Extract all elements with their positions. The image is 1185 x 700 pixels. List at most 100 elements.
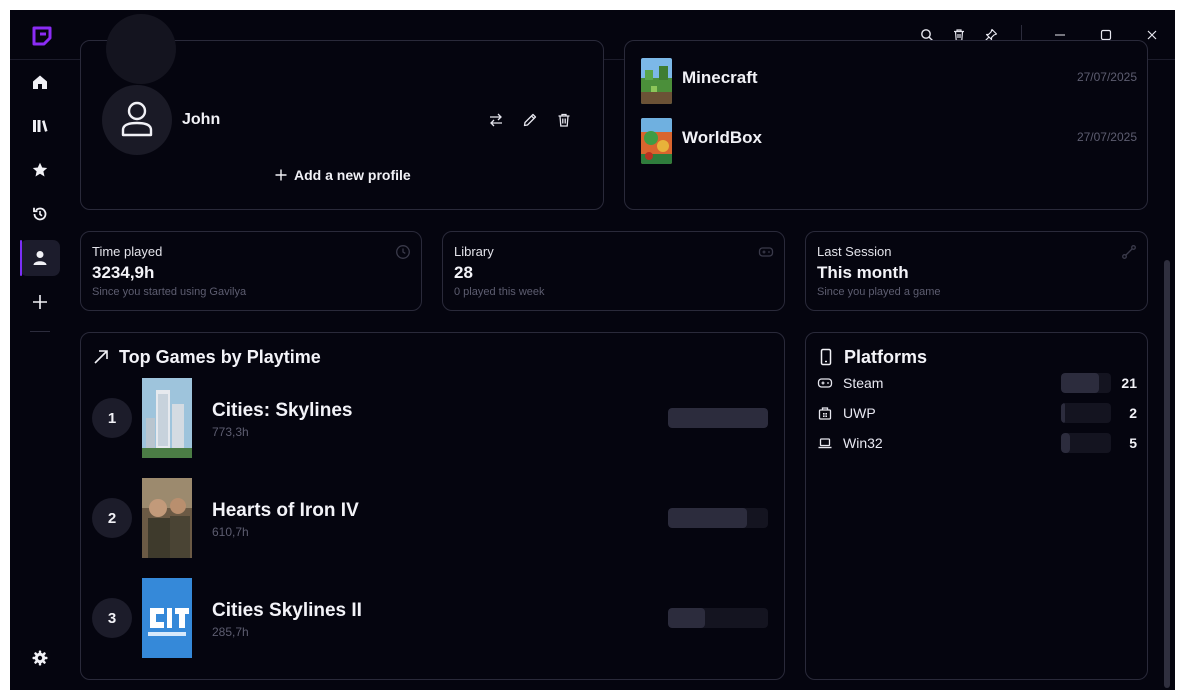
- recent-game-date: 27/07/2025: [1076, 70, 1137, 84]
- top-game-row[interactable]: 3 Cities Skylines II 285,7h: [92, 578, 772, 658]
- profile-avatar-partial[interactable]: [106, 14, 176, 84]
- sidebar-item-add[interactable]: [20, 284, 60, 320]
- rank-badge: 2: [92, 498, 132, 538]
- profile-avatar[interactable]: [102, 85, 172, 155]
- platforms-title: Platforms: [844, 347, 928, 367]
- playtime-bar: [668, 608, 768, 628]
- recent-game-row[interactable]: WorldBox 27/07/2025: [641, 118, 1141, 168]
- playtime-bar-fill: [668, 608, 705, 628]
- profile-icon: [33, 251, 47, 265]
- cities-skylines-ii-cover: [142, 578, 192, 658]
- plus-icon: [33, 295, 47, 309]
- platform-count: 2: [1129, 405, 1137, 421]
- gavilya-logo-icon[interactable]: [31, 25, 53, 47]
- profiles-card: John Add a new profile: [80, 14, 604, 210]
- switch-icon: [490, 113, 502, 127]
- game-title: Cities: Skylines: [212, 400, 353, 421]
- stat-label: Time played: [92, 244, 163, 259]
- stat-card-library: Library 28 0 played this week: [442, 231, 785, 311]
- worldbox-cover: [641, 118, 672, 164]
- vertical-scrollbar[interactable]: [1164, 260, 1170, 688]
- sidebar-item-home[interactable]: [20, 64, 60, 100]
- gamepad-icon: [817, 375, 833, 391]
- top-games-title: Top Games by Playtime: [119, 347, 321, 367]
- playtime-bar-fill: [668, 408, 768, 428]
- stat-subtitle: Since you started using Gavilya: [92, 286, 247, 298]
- sidebar-item-profiles[interactable]: [20, 240, 60, 276]
- platform-row[interactable]: Steam 21: [817, 372, 1137, 394]
- edit-profile-button[interactable]: [520, 110, 540, 130]
- platform-bar-fill: [1061, 373, 1099, 393]
- phone-icon: [817, 348, 835, 366]
- delete-profile-button[interactable]: [554, 110, 574, 130]
- top-games-card: Top Games by Playtime 1 Cities: Skylines…: [80, 332, 785, 680]
- top-game-row[interactable]: 1 Cities: Skylines 773,3h: [92, 378, 772, 458]
- stat-subtitle: 0 played this week: [454, 286, 545, 298]
- history-icon: [33, 207, 47, 221]
- rank-badge: 3: [92, 598, 132, 638]
- sidebar-item-favorites[interactable]: [20, 152, 60, 188]
- game-hours: 773,3h: [212, 425, 249, 439]
- sidebar: [10, 60, 70, 690]
- platform-name: Steam: [843, 375, 884, 391]
- platform-name: Win32: [843, 435, 883, 451]
- platform-bar: [1061, 433, 1111, 453]
- game-title: Hearts of Iron IV: [212, 500, 359, 521]
- add-profile-button[interactable]: Add a new profile: [274, 165, 411, 185]
- recent-game-row[interactable]: Minecraft 27/07/2025: [641, 58, 1141, 108]
- gear-icon: [32, 650, 48, 666]
- hearts-of-iron-cover: [142, 478, 192, 558]
- stat-label: Library: [454, 244, 494, 259]
- platform-bar-fill: [1061, 433, 1070, 453]
- user-icon: [121, 101, 153, 137]
- platforms-card: Platforms Steam 21 UWP 2 Win32 5: [805, 332, 1148, 680]
- stat-card-time-played: Time played 3234,9h Since you started us…: [80, 231, 422, 311]
- stat-value: 28: [454, 263, 473, 282]
- platform-bar-fill: [1061, 403, 1065, 423]
- minecraft-cover: [641, 58, 672, 104]
- app-window: John Add a new profile Minecraft 27/07/2…: [10, 10, 1175, 690]
- platform-row[interactable]: Win32 5: [817, 432, 1137, 454]
- stat-subtitle: Since you played a game: [817, 286, 941, 298]
- recent-games-card: Minecraft 27/07/2025 WorldBox 27/07/2025: [624, 40, 1148, 210]
- sidebar-item-history[interactable]: [20, 196, 60, 232]
- library-icon: [33, 120, 48, 132]
- playtime-bar: [668, 408, 768, 428]
- sidebar-item-settings[interactable]: [20, 640, 60, 676]
- recent-game-name: WorldBox: [682, 128, 762, 147]
- game-hours: 610,7h: [212, 525, 249, 539]
- clock-icon: [395, 244, 411, 260]
- stat-value: This month: [817, 263, 909, 282]
- stat-value: 3234,9h: [92, 263, 155, 282]
- switch-profile-button[interactable]: [486, 110, 506, 130]
- sidebar-divider: [30, 331, 50, 332]
- cities-skylines-cover: [142, 378, 192, 458]
- rank-badge: 1: [92, 398, 132, 438]
- store-icon: [817, 405, 833, 421]
- stat-label: Last Session: [817, 244, 892, 259]
- plus-icon: [275, 169, 287, 181]
- laptop-icon: [817, 435, 833, 451]
- playtime-bar: [668, 508, 768, 528]
- top-game-row[interactable]: 2 Hearts of Iron IV 610,7h: [92, 478, 772, 558]
- platform-row[interactable]: UWP 2: [817, 402, 1137, 424]
- gamepad-icon: [758, 244, 774, 260]
- playtime-bar-fill: [668, 508, 747, 528]
- stat-card-last-session: Last Session This month Since you played…: [805, 231, 1148, 311]
- platform-bar: [1061, 403, 1111, 423]
- platform-count: 5: [1129, 435, 1137, 451]
- star-icon: [32, 162, 48, 177]
- platform-bar: [1061, 373, 1111, 393]
- game-title: Cities Skylines II: [212, 600, 362, 621]
- platform-name: UWP: [843, 405, 876, 421]
- recent-game-date: 27/07/2025: [1076, 130, 1137, 144]
- sidebar-item-library[interactable]: [20, 108, 60, 144]
- delete-icon: [558, 113, 570, 127]
- profile-name: John: [182, 111, 221, 128]
- trending-arrow-icon: [92, 348, 110, 366]
- platform-count: 21: [1121, 375, 1137, 391]
- recent-game-name: Minecraft: [682, 68, 758, 87]
- edit-icon: [523, 113, 537, 127]
- add-profile-label: Add a new profile: [294, 167, 411, 183]
- route-icon: [1121, 244, 1137, 260]
